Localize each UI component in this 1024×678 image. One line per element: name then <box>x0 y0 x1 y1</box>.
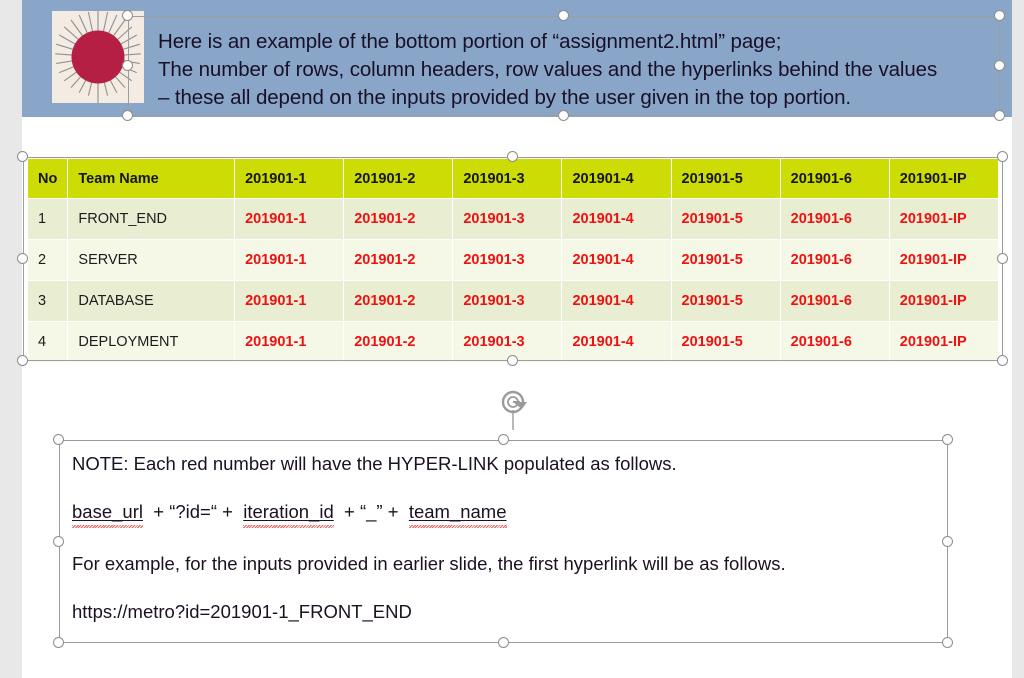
note-handle-mid-left[interactable] <box>53 536 64 547</box>
table-handle-bottom-center[interactable] <box>507 355 518 366</box>
cell-link[interactable]: 201901-IP <box>888 198 1000 240</box>
table-header-row: No Team Name 201901-1 201901-2 201901-3 … <box>26 158 1000 199</box>
cell-link[interactable]: 201901-2 <box>343 198 454 240</box>
cell-team-name: DATABASE <box>67 280 236 322</box>
table-body: 1 FRONT_END 201901-1 201901-2 201901-3 2… <box>26 198 1000 363</box>
cell-link[interactable]: 201901-5 <box>670 280 781 322</box>
cell-link[interactable]: 201901-5 <box>670 198 781 240</box>
column-header-201901-1[interactable]: 201901-1 <box>234 158 345 199</box>
note-handle-top-left[interactable] <box>53 434 64 445</box>
cell-link[interactable]: 201901-4 <box>561 198 672 240</box>
table-handle-mid-left[interactable] <box>17 253 28 264</box>
table-header-row-group: No Team Name 201901-1 201901-2 201901-3 … <box>26 158 1000 199</box>
note-line-1: NOTE: Each red number will have the HYPE… <box>72 453 677 474</box>
note-line-3: For example, for the inputs provided in … <box>72 553 786 574</box>
cell-no: 2 <box>26 239 69 281</box>
table-row[interactable]: 1 FRONT_END 201901-1 201901-2 201901-3 2… <box>26 198 1000 240</box>
slide-canvas: Here is an example of the bottom portion… <box>0 0 1024 678</box>
cell-link[interactable]: 201901-6 <box>779 198 890 240</box>
note-handle-mid-right[interactable] <box>942 536 953 547</box>
cell-link[interactable]: 201901-6 <box>779 280 890 322</box>
cell-link[interactable]: 201901-1 <box>234 239 345 281</box>
rising-sun-icon <box>52 11 144 103</box>
cell-no: 4 <box>26 321 69 363</box>
cell-no: 3 <box>26 280 69 322</box>
note-textbox[interactable]: NOTE: Each red number will have the HYPE… <box>59 440 948 643</box>
rising-sun-image[interactable] <box>52 11 144 103</box>
table-handle-bottom-right[interactable] <box>997 355 1008 366</box>
header-line-2: The number of rows, column headers, row … <box>158 58 938 81</box>
cell-team-name: DEPLOYMENT <box>67 321 236 363</box>
cell-link[interactable]: 201901-1 <box>234 321 345 363</box>
table-handle-mid-right[interactable] <box>997 253 1008 264</box>
cell-link[interactable]: 201901-5 <box>670 321 781 363</box>
cell-link[interactable]: 201901-6 <box>779 321 890 363</box>
note-handle-bottom-right[interactable] <box>942 637 953 648</box>
cell-link[interactable]: 201901-IP <box>888 321 1000 363</box>
selection-handle-bottom-center[interactable] <box>558 110 569 121</box>
cell-link[interactable]: 201901-4 <box>561 239 672 281</box>
note-handle-bottom-left[interactable] <box>53 637 64 648</box>
table-handle-top-right[interactable] <box>997 151 1008 162</box>
rotate-handle-icon <box>501 390 527 430</box>
note-handle-top-right[interactable] <box>942 434 953 445</box>
cell-link[interactable]: 201901-1 <box>234 280 345 322</box>
cell-team-name: SERVER <box>67 239 236 281</box>
column-header-no[interactable]: No <box>26 158 69 199</box>
rotate-handle[interactable] <box>497 390 533 430</box>
table-row[interactable]: 2 SERVER 201901-1 201901-2 201901-3 2019… <box>26 239 1000 281</box>
selection-handle-top-center[interactable] <box>558 10 569 21</box>
token-team-name: team_name <box>408 501 507 528</box>
column-header-201901-IP[interactable]: 201901-IP <box>888 158 1000 199</box>
column-header-201901-5[interactable]: 201901-5 <box>670 158 781 199</box>
token-plus-underscore: + “_” + <box>344 501 399 522</box>
column-header-201901-4[interactable]: 201901-4 <box>561 158 672 199</box>
table-handle-bottom-left[interactable] <box>17 355 28 366</box>
cell-link[interactable]: 201901-2 <box>343 280 454 322</box>
table-row[interactable]: 3 DATABASE 201901-1 201901-2 201901-3 20… <box>26 280 1000 322</box>
cell-team-name: FRONT_END <box>67 198 236 240</box>
cell-link[interactable]: 201901-5 <box>670 239 781 281</box>
note-handle-top-center[interactable] <box>498 434 509 445</box>
cell-link[interactable]: 201901-2 <box>343 239 454 281</box>
cell-link[interactable]: 201901-6 <box>779 239 890 281</box>
table-handle-top-left[interactable] <box>17 151 28 162</box>
token-plus-id: + “?id=“ + <box>153 501 233 522</box>
token-iteration-id: iteration_id <box>243 501 334 528</box>
results-table-container[interactable]: No Team Name 201901-1 201901-2 201901-3 … <box>26 158 1000 363</box>
cell-link[interactable]: 201901-3 <box>452 198 563 240</box>
header-banner: Here is an example of the bottom portion… <box>22 0 1012 117</box>
header-textbox[interactable]: Here is an example of the bottom portion… <box>150 16 1022 116</box>
selection-handle-bottom-left[interactable] <box>122 110 133 121</box>
token-base-url: base_url <box>72 501 143 528</box>
cell-link[interactable]: 201901-1 <box>234 198 345 240</box>
cell-link[interactable]: 201901-IP <box>888 239 1000 281</box>
note-line-4: https://metro?id=201901-1_FRONT_END <box>72 601 412 622</box>
column-header-201901-6[interactable]: 201901-6 <box>779 158 890 199</box>
cell-link[interactable]: 201901-4 <box>561 321 672 363</box>
selection-handle-bottom-right[interactable] <box>994 110 1005 121</box>
results-table: No Team Name 201901-1 201901-2 201901-3 … <box>26 158 1000 363</box>
cell-link[interactable]: 201901-IP <box>888 280 1000 322</box>
selection-handle-mid-right[interactable] <box>994 60 1005 71</box>
cell-link[interactable]: 201901-3 <box>452 280 563 322</box>
cell-link[interactable]: 201901-3 <box>452 239 563 281</box>
note-formula-line: base_url + “?id=“ + iteration_id + “_” +… <box>72 501 507 528</box>
cell-link[interactable]: 201901-2 <box>343 321 454 363</box>
note-handle-bottom-center[interactable] <box>498 637 509 648</box>
column-header-201901-3[interactable]: 201901-3 <box>452 158 563 199</box>
table-handle-top-center[interactable] <box>507 151 518 162</box>
cell-link[interactable]: 201901-4 <box>561 280 672 322</box>
column-header-team-name[interactable]: Team Name <box>67 158 236 199</box>
selection-handle-top-left[interactable] <box>122 10 133 21</box>
header-line-1: Here is an example of the bottom portion… <box>158 30 782 53</box>
slide-left-margin <box>0 0 22 678</box>
selection-handle-mid-left[interactable] <box>122 60 133 71</box>
cell-no: 1 <box>26 198 69 240</box>
column-header-201901-2[interactable]: 201901-2 <box>343 158 454 199</box>
header-line-3: – these all depend on the inputs provide… <box>158 86 852 109</box>
selection-handle-top-right[interactable] <box>994 10 1005 21</box>
